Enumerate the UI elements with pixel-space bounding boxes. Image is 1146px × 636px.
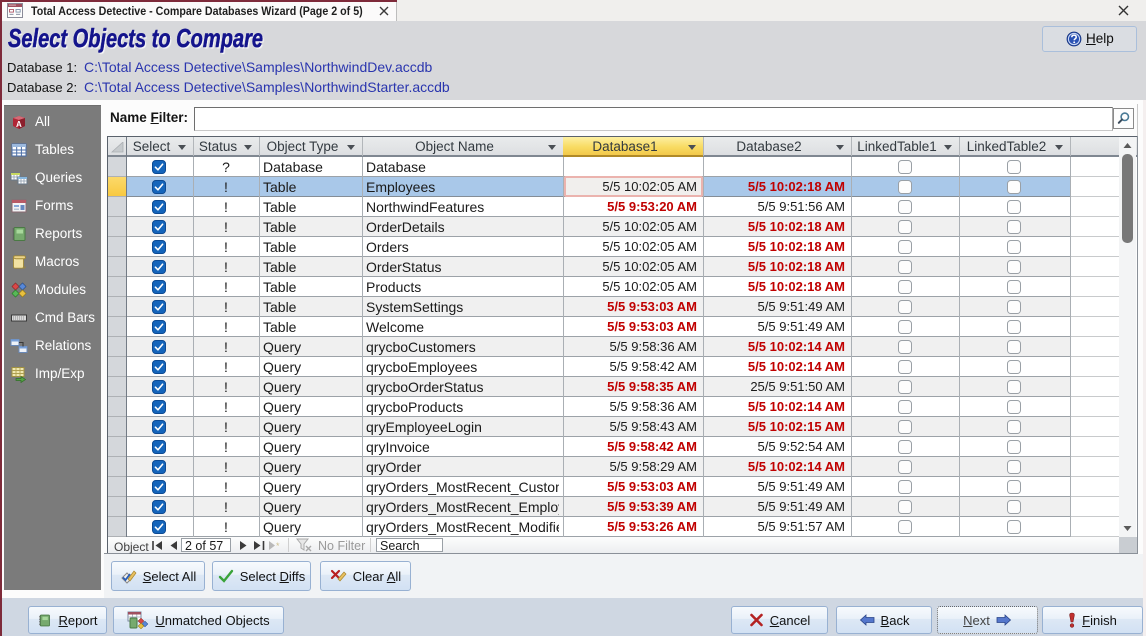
svg-text:A: A <box>16 120 22 129</box>
svg-text:*: * <box>276 541 280 550</box>
